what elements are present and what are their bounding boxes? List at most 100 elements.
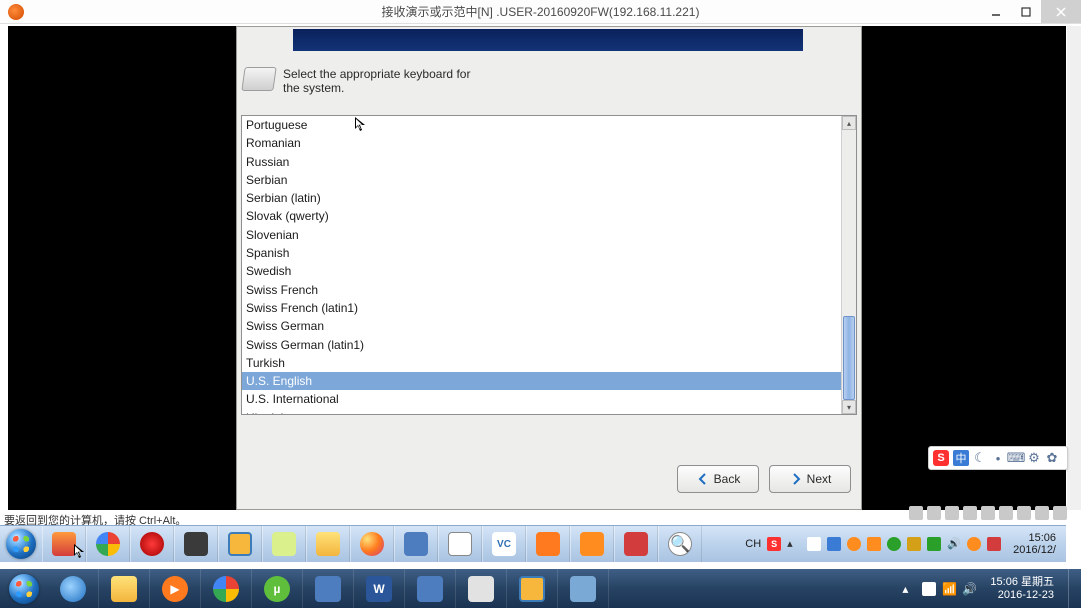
chrome-icon bbox=[213, 576, 239, 602]
taskbar-item-word[interactable]: W bbox=[354, 569, 405, 608]
minimize-button[interactable] bbox=[981, 0, 1011, 23]
taskbar-item[interactable] bbox=[218, 526, 262, 562]
scroll-thumb[interactable] bbox=[843, 316, 855, 400]
keyboard-option[interactable]: Swedish bbox=[242, 262, 841, 280]
keyboard-option[interactable]: U.S. International bbox=[242, 390, 841, 408]
keyboard-option[interactable]: Serbian (latin) bbox=[242, 189, 841, 207]
lang-indicator[interactable]: CH bbox=[745, 538, 761, 550]
installer-panel: Select the appropriate keyboard for the … bbox=[236, 26, 862, 510]
volume-icon[interactable]: 🔊 bbox=[962, 582, 976, 596]
close-button[interactable] bbox=[1041, 0, 1081, 23]
taskbar-item[interactable] bbox=[306, 526, 350, 562]
keyboard-option[interactable]: Serbian bbox=[242, 171, 841, 189]
vmware-icon bbox=[519, 576, 545, 602]
taskbar-item-ie[interactable] bbox=[48, 569, 99, 608]
tray-chevron-up-icon[interactable]: ▴ bbox=[902, 582, 916, 596]
tray-icon[interactable] bbox=[887, 537, 901, 551]
taskbar-item[interactable]: VC bbox=[482, 526, 526, 562]
vmware-icon bbox=[228, 532, 252, 556]
action-center-icon[interactable] bbox=[922, 582, 936, 596]
guest-clock[interactable]: 15:06 2016/12/ bbox=[1007, 532, 1062, 556]
utorrent-icon: µ bbox=[264, 576, 290, 602]
taskbar-item-mediaplayer[interactable]: ▶ bbox=[150, 569, 201, 608]
sogou-logo-icon[interactable]: S bbox=[933, 450, 949, 466]
taskbar-item[interactable] bbox=[558, 569, 609, 608]
sogou-tray-icon[interactable]: S bbox=[767, 537, 781, 551]
keyboard-option[interactable]: Swiss French (latin1) bbox=[242, 299, 841, 317]
installer-prompt-line2: the system. bbox=[283, 81, 344, 95]
taskbar-item-chrome[interactable] bbox=[201, 569, 252, 608]
tray-chevron-up-icon[interactable]: ▴ bbox=[787, 537, 801, 551]
tray-icon[interactable] bbox=[967, 537, 981, 551]
foxit-icon bbox=[536, 532, 560, 556]
maximize-button[interactable] bbox=[1011, 0, 1041, 23]
ime-settings-icon[interactable]: ⚙ bbox=[1027, 451, 1041, 465]
tray-icon[interactable] bbox=[927, 537, 941, 551]
taskbar-item[interactable] bbox=[130, 526, 174, 562]
remote-viewer-titlebar[interactable]: 接收演示或示范中[N] .USER-20160920FW(192.168.11.… bbox=[0, 0, 1081, 24]
keyboard-listbox[interactable]: PortugueseRomanianRussianSerbianSerbian … bbox=[241, 115, 857, 415]
sogou-ime-toolbar[interactable]: S 中 ☾ • ⌨ ⚙ ✿ bbox=[928, 446, 1068, 470]
keyboard-option[interactable]: Swiss German bbox=[242, 317, 841, 335]
guest-start-button[interactable] bbox=[0, 526, 42, 562]
taskbar-item[interactable] bbox=[405, 569, 456, 608]
volume-icon[interactable]: 🔊 bbox=[947, 537, 961, 551]
host-clock[interactable]: 15:06 星期五 2016-12-23 bbox=[982, 576, 1062, 602]
ime-punct-icon[interactable]: • bbox=[991, 451, 1005, 465]
taskbar-item[interactable] bbox=[42, 526, 86, 562]
keyboard-option[interactable]: Spanish bbox=[242, 244, 841, 262]
taskbar-item-vmware[interactable] bbox=[507, 569, 558, 608]
taskbar-item[interactable] bbox=[174, 526, 218, 562]
tray-icon[interactable] bbox=[987, 537, 1001, 551]
keyboard-option[interactable]: Swiss French bbox=[242, 281, 841, 299]
taskbar-item[interactable] bbox=[456, 569, 507, 608]
paint-icon bbox=[360, 532, 384, 556]
host-system-tray[interactable]: ▴ 📶 🔊 15:06 星期五 2016-12-23 bbox=[902, 569, 1081, 608]
taskbar-item[interactable] bbox=[438, 526, 482, 562]
host-taskbar[interactable]: ▶ µ W ▴ 📶 🔊 15:06 星期五 2016-12-23 bbox=[0, 569, 1081, 608]
keyboard-option[interactable]: Romanian bbox=[242, 134, 841, 152]
tray-icon[interactable] bbox=[907, 537, 921, 551]
taskbar-item[interactable] bbox=[350, 526, 394, 562]
taskbar-item[interactable] bbox=[570, 526, 614, 562]
keyboard-option[interactable]: Slovak (qwerty) bbox=[242, 207, 841, 225]
monitor-icon bbox=[417, 576, 443, 602]
next-button[interactable]: Next bbox=[769, 465, 851, 493]
remote-screen[interactable]: Select the appropriate keyboard for the … bbox=[8, 26, 1066, 510]
keyboard-list-scrollbar[interactable]: ▴ ▾ bbox=[841, 116, 856, 414]
tray-icon[interactable] bbox=[867, 537, 881, 551]
keyboard-option[interactable]: Russian bbox=[242, 153, 841, 171]
taskbar-item[interactable]: 🔍 bbox=[658, 526, 702, 562]
scroll-down-button[interactable]: ▾ bbox=[842, 400, 856, 414]
keyboard-option[interactable]: Turkish bbox=[242, 354, 841, 372]
tray-icon[interactable] bbox=[827, 537, 841, 551]
show-desktop-button[interactable] bbox=[1068, 569, 1079, 608]
keyboard-option[interactable]: Portuguese bbox=[242, 116, 841, 134]
tray-flag-icon[interactable] bbox=[807, 537, 821, 551]
keyboard-option[interactable]: Ukrainian bbox=[242, 409, 841, 414]
taskbar-item[interactable] bbox=[86, 526, 130, 562]
taskbar-item[interactable] bbox=[303, 569, 354, 608]
keyboard-option[interactable]: U.S. English bbox=[242, 372, 841, 390]
keyboard-option[interactable]: Swiss German (latin1) bbox=[242, 336, 841, 354]
ime-softkbd-icon[interactable]: ⌨ bbox=[1009, 451, 1023, 465]
taskbar-item[interactable] bbox=[394, 526, 438, 562]
keyboard-option[interactable]: Slovenian bbox=[242, 226, 841, 244]
taskbar-item[interactable] bbox=[614, 526, 658, 562]
taskbar-item[interactable] bbox=[262, 526, 306, 562]
viewer-vscrollbar[interactable] bbox=[1067, 26, 1081, 510]
scroll-up-button[interactable]: ▴ bbox=[842, 116, 856, 130]
taskbar-item[interactable] bbox=[526, 526, 570, 562]
taskbar-item-utorrent[interactable]: µ bbox=[252, 569, 303, 608]
status-icon bbox=[1035, 506, 1049, 520]
tray-icon[interactable] bbox=[847, 537, 861, 551]
network-icon[interactable]: 📶 bbox=[942, 582, 956, 596]
ime-mode-toggle[interactable]: 中 bbox=[953, 450, 969, 466]
ime-moon-icon[interactable]: ☾ bbox=[973, 451, 987, 465]
back-button[interactable]: Back bbox=[677, 465, 759, 493]
guest-system-tray[interactable]: CH S ▴ 🔊 15:06 2016/12/ bbox=[745, 526, 1066, 562]
host-start-button[interactable] bbox=[0, 569, 48, 608]
guest-taskbar[interactable]: VC 🔍 CH S ▴ 🔊 15:06 2016/12/ bbox=[0, 525, 1066, 562]
taskbar-item-explorer[interactable] bbox=[99, 569, 150, 608]
ime-skin-icon[interactable]: ✿ bbox=[1045, 451, 1059, 465]
